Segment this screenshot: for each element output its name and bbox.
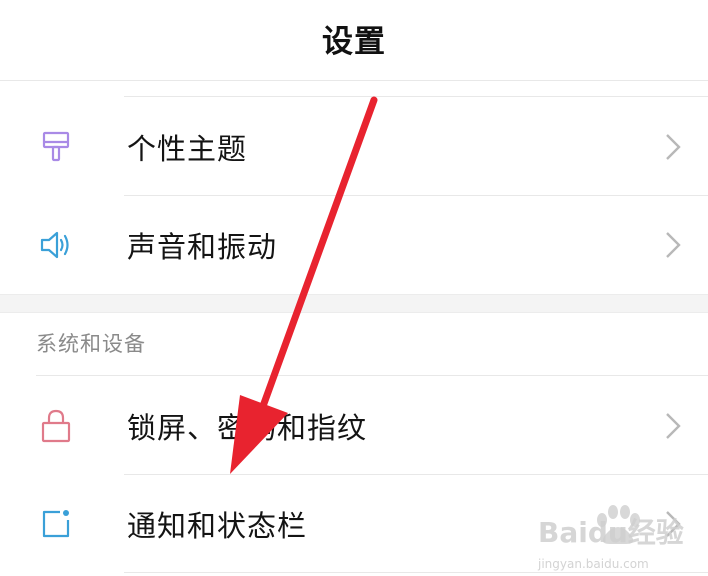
notification-icon	[38, 506, 74, 542]
paint-brush-icon	[38, 129, 74, 165]
speaker-icon	[38, 227, 74, 263]
lock-icon	[38, 408, 74, 444]
header: 设置	[0, 0, 708, 81]
settings-item-label: 通知和状态栏	[127, 509, 308, 543]
chevron-right-icon	[662, 411, 684, 441]
page-title: 设置	[322, 23, 386, 60]
watermark-brand: Baidu经验	[538, 516, 684, 549]
settings-item-label: 个性主题	[127, 132, 248, 166]
section-title: 系统和设备	[36, 332, 146, 356]
divider	[124, 96, 708, 97]
chevron-right-icon	[662, 132, 684, 162]
section-gap	[0, 294, 708, 313]
divider	[36, 375, 708, 376]
settings-item-lock-screen[interactable]: 锁屏、密码和指纹	[0, 377, 708, 475]
settings-item-label: 锁屏、密码和指纹	[127, 411, 368, 445]
chevron-right-icon	[662, 230, 684, 260]
watermark-url: jingyan.baidu.com	[537, 557, 649, 571]
baidu-jingyan-watermark: Baidu经验 jingyan.baidu.com	[537, 505, 684, 571]
settings-item-sound-vibration[interactable]: 声音和振动	[0, 196, 708, 294]
settings-item-personal-theme[interactable]: 个性主题	[0, 98, 708, 196]
settings-item-label: 声音和振动	[127, 230, 278, 264]
